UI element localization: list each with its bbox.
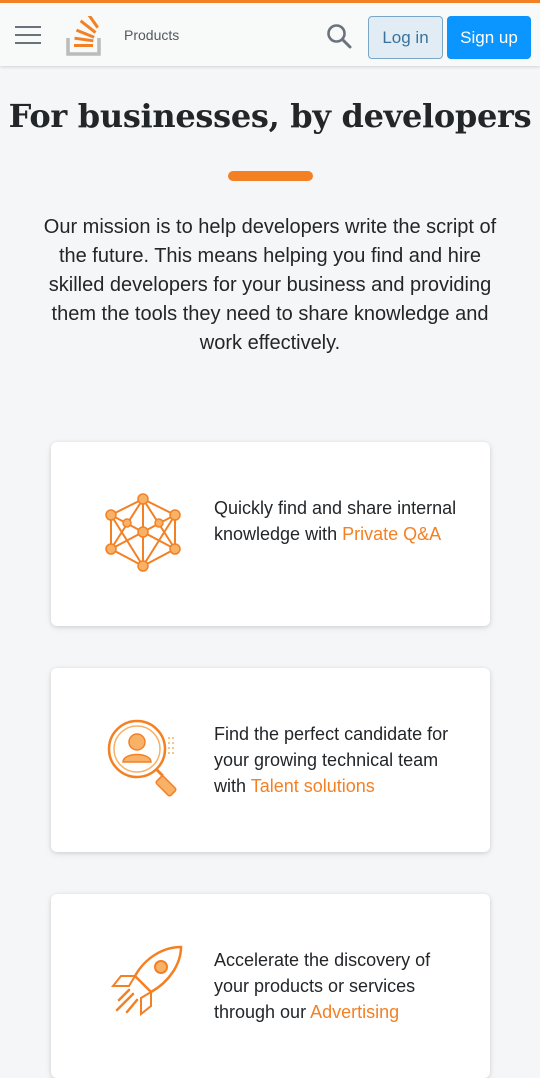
stack-overflow-logo[interactable] xyxy=(66,16,104,56)
private-qa-link[interactable]: Private Q&A xyxy=(342,524,441,544)
card-advertising: Accelerate the discovery of your product… xyxy=(51,894,490,1078)
talent-solutions-link[interactable]: Talent solutions xyxy=(251,776,375,796)
top-bar: Products Log in Sign up xyxy=(0,0,540,66)
search-icon[interactable] xyxy=(326,23,352,49)
card-text: Accelerate the discovery of your product… xyxy=(214,947,464,1025)
products-link[interactable]: Products xyxy=(124,27,179,43)
card-text: Quickly find and share internal knowledg… xyxy=(214,495,464,547)
candidate-search-icon xyxy=(107,719,177,797)
rocket-icon xyxy=(110,945,183,1017)
title-divider xyxy=(228,171,313,181)
card-talent: Find the perfect candidate for your grow… xyxy=(51,668,490,852)
signup-button[interactable]: Sign up xyxy=(447,16,531,59)
advertising-link[interactable]: Advertising xyxy=(310,1002,399,1022)
card-text: Find the perfect candidate for your grow… xyxy=(214,721,464,799)
login-button[interactable]: Log in xyxy=(368,16,443,59)
menu-icon[interactable] xyxy=(15,26,41,46)
network-icon xyxy=(105,493,181,572)
mission-text: Our mission is to help developers write … xyxy=(43,216,497,354)
page-title: For businesses, by developers xyxy=(8,97,532,135)
card-private-qa: Quickly find and share internal knowledg… xyxy=(51,442,490,626)
